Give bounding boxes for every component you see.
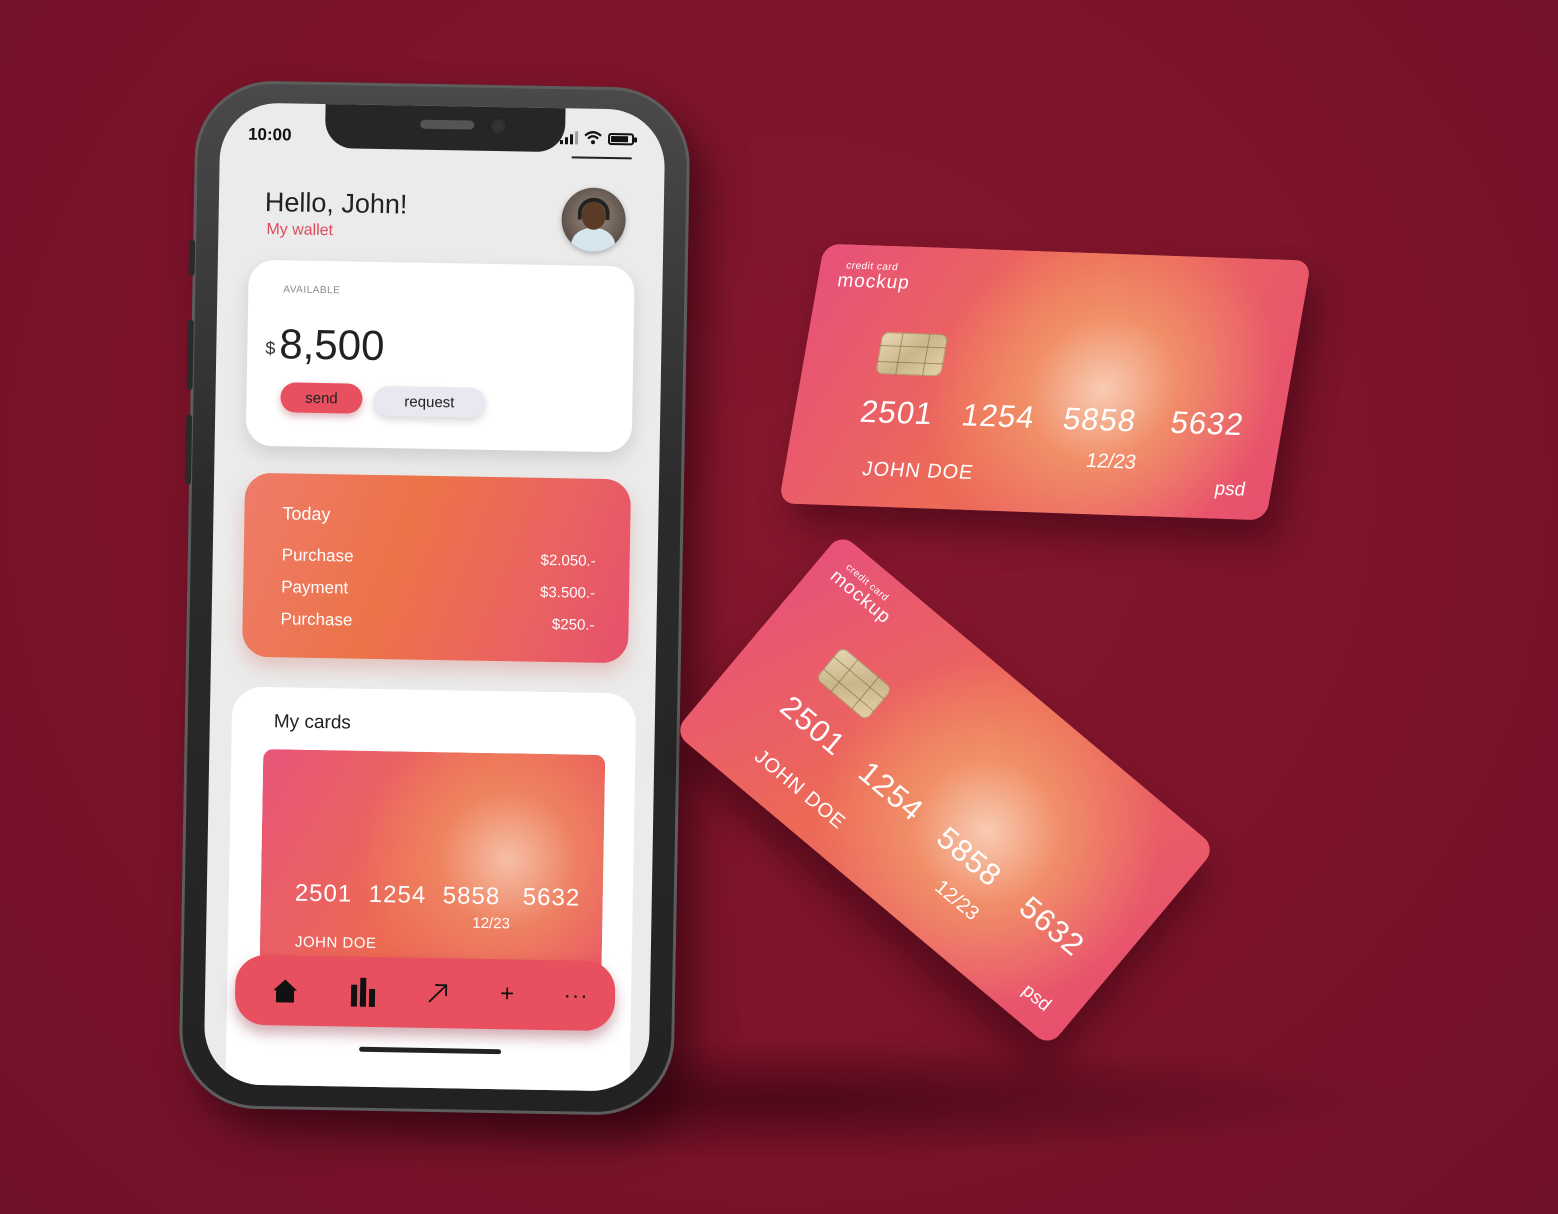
tab-transfer[interactable]: [417, 958, 458, 1029]
send-button[interactable]: send: [280, 382, 363, 414]
volume-down-button: [184, 414, 193, 485]
my-cards-title: My cards: [273, 711, 352, 734]
volume-up-button: [186, 319, 194, 390]
transaction-row[interactable]: Payment $3.500.-: [281, 577, 595, 602]
transaction-amount: $2.050.-: [540, 551, 596, 570]
transaction-row[interactable]: Purchase $2.050.-: [282, 545, 596, 570]
signal-icon: [559, 130, 579, 145]
card-maker: psd: [1017, 980, 1055, 1016]
home-icon: [273, 979, 298, 1003]
tab-more[interactable]: ···: [552, 960, 599, 1031]
greeting-title: Hello, John!: [264, 186, 408, 220]
tab-stats[interactable]: [343, 956, 384, 1027]
status-divider: [571, 156, 632, 160]
phone-device: 10:00 Hello, John! My wallet AVAILABLE $…: [178, 79, 691, 1117]
plus-icon: +: [499, 980, 515, 1008]
balance-card: AVAILABLE $ 8,500 send request: [245, 259, 635, 453]
wifi-icon: [584, 131, 602, 145]
today-card[interactable]: Today Purchase $2.050.- Payment $3.500.-…: [241, 472, 632, 664]
card-holder: JOHN DOE: [294, 933, 377, 953]
card-number-group: 2501: [857, 393, 937, 432]
status-time: 10:00: [247, 124, 292, 145]
mute-switch: [188, 239, 196, 276]
my-cards-panel: My cards 2501 1254 5858 5632 12/23 JOHN …: [225, 686, 637, 1092]
avatar-body: [570, 227, 616, 253]
wallet-card[interactable]: 2501 1254 5858 5632 12/23 JOHN DOE: [259, 749, 606, 977]
card-number-group: 5858: [1060, 400, 1140, 439]
card-holder: JOHN DOE: [750, 745, 850, 834]
speaker: [420, 119, 475, 130]
tab-home[interactable]: [265, 955, 306, 1026]
transaction-row[interactable]: Purchase $250.-: [280, 609, 594, 634]
card-number-group: 1254: [368, 880, 427, 909]
greeting-subtitle: My wallet: [266, 221, 334, 240]
transaction-label: Payment: [281, 577, 349, 598]
card-number-group: 2501: [294, 879, 353, 908]
chip-icon: [875, 332, 949, 377]
arrow-up-right-icon: [428, 984, 448, 1003]
bar-chart-icon: [350, 977, 376, 1008]
transaction-amount: $250.-: [551, 616, 595, 634]
card-number-group: 1254: [851, 754, 931, 829]
chip-icon: [815, 646, 893, 721]
card-number-group: 1254: [959, 397, 1038, 435]
card-number-group: 5632: [1167, 404, 1247, 443]
card-number-group: 5632: [1012, 889, 1092, 963]
transaction-label: Purchase: [281, 545, 354, 566]
floating-credit-card: credit card mockup 2501 1254 5858 5632 1…: [778, 243, 1312, 521]
front-camera: [489, 116, 508, 136]
today-title: Today: [282, 503, 331, 525]
card-holder: JOHN DOE: [860, 458, 976, 484]
card-expiry: 12/23: [472, 914, 511, 933]
phone-screen: 10:00 Hello, John! My wallet AVAILABLE $…: [203, 102, 666, 1092]
tab-bar: + ···: [234, 954, 616, 1032]
card-number-group: 5858: [442, 882, 501, 911]
notch: [324, 102, 566, 153]
tab-add[interactable]: +: [486, 959, 527, 1030]
avatar[interactable]: [561, 187, 627, 253]
card-maker: psd: [1212, 478, 1248, 501]
battery-icon: [607, 132, 635, 146]
headphones-icon: [577, 197, 611, 220]
available-label: AVAILABLE: [283, 284, 341, 297]
balance-amount: 8,500: [279, 320, 385, 370]
floating-credit-card: credit card mockup 2501 1254 5858 5632 1…: [673, 532, 1217, 1048]
currency-symbol: $: [265, 338, 276, 359]
card-expiry: 12/23: [1084, 449, 1138, 474]
transaction-label: Purchase: [280, 609, 353, 630]
card-number-group: 5632: [522, 883, 581, 912]
transaction-amount: $3.500.-: [539, 583, 596, 602]
status-icons: [559, 130, 635, 146]
card-brand: mockup: [835, 270, 912, 294]
more-icon: ···: [563, 982, 589, 1008]
request-button[interactable]: request: [373, 385, 486, 418]
